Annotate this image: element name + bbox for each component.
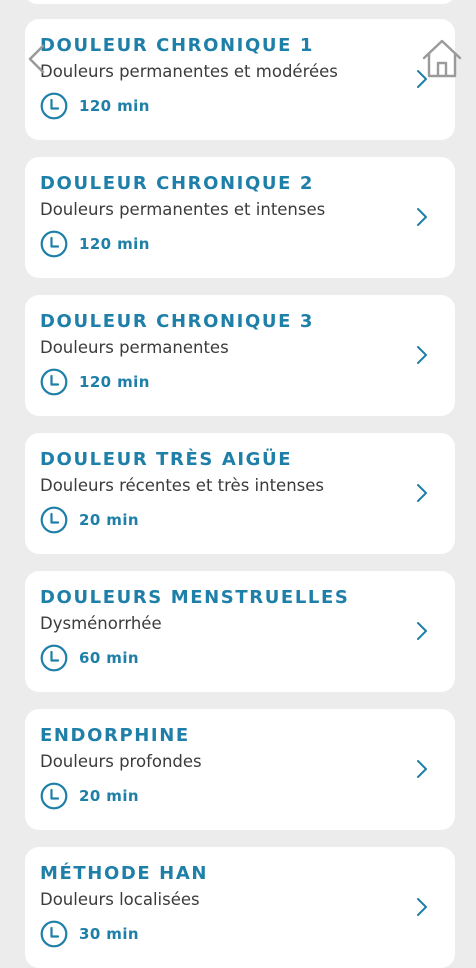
program-subtitle: Douleurs permanentes et intenses	[40, 200, 326, 219]
previous-card-edge	[25, 0, 455, 4]
clock-icon	[40, 920, 68, 948]
duration-label: 20 min	[79, 787, 139, 805]
program-title: DOULEUR CHRONIQUE 1	[40, 35, 314, 56]
clock-icon	[40, 506, 68, 534]
program-list: DOULEUR CHRONIQUE 1 Douleurs permanentes…	[0, 0, 476, 968]
clock-icon	[40, 368, 68, 396]
duration-label: 30 min	[79, 925, 139, 943]
program-subtitle: Douleurs permanentes et modérées	[40, 62, 338, 81]
clock-icon	[40, 92, 68, 120]
duration-label: 120 min	[79, 373, 150, 391]
program-card[interactable]: DOULEURS MENSTRUELLES Dysménorrhée 60 mi…	[25, 571, 455, 692]
program-title: DOULEUR CHRONIQUE 3	[40, 311, 314, 332]
program-card[interactable]: DOULEUR CHRONIQUE 1 Douleurs permanentes…	[25, 19, 455, 140]
program-subtitle: Douleurs permanentes	[40, 338, 229, 357]
duration-label: 120 min	[79, 97, 150, 115]
clock-icon	[40, 230, 68, 258]
chevron-right-icon	[417, 346, 427, 364]
duration-label: 60 min	[79, 649, 139, 667]
program-card[interactable]: DOULEUR CHRONIQUE 3 Douleurs permanentes…	[25, 295, 455, 416]
duration-label: 120 min	[79, 235, 150, 253]
program-subtitle: Douleurs localisées	[40, 890, 200, 909]
chevron-right-icon	[417, 760, 427, 778]
program-subtitle: Douleurs profondes	[40, 752, 202, 771]
program-card[interactable]: ENDORPHINE Douleurs profondes 20 min	[25, 709, 455, 830]
program-card[interactable]: DOULEUR CHRONIQUE 2 Douleurs permanentes…	[25, 157, 455, 278]
clock-icon	[40, 644, 68, 672]
program-duration: 120 min	[40, 91, 150, 121]
program-duration: 30 min	[40, 919, 139, 949]
program-subtitle: Douleurs récentes et très intenses	[40, 476, 325, 495]
chevron-right-icon	[417, 898, 427, 916]
program-subtitle: Dysménorrhée	[40, 614, 162, 633]
program-card[interactable]: MÉTHODE HAN Douleurs localisées 30 min	[25, 847, 455, 968]
program-duration: 60 min	[40, 643, 139, 673]
program-card[interactable]: DOULEUR TRÈS AIGÜE Douleurs récentes et …	[25, 433, 455, 554]
program-title: DOULEUR CHRONIQUE 2	[40, 173, 314, 194]
program-title: ENDORPHINE	[40, 725, 190, 746]
home-button[interactable]	[421, 37, 463, 79]
program-title: MÉTHODE HAN	[40, 863, 209, 884]
back-button[interactable]	[24, 42, 48, 76]
chevron-right-icon	[417, 622, 427, 640]
clock-icon	[40, 782, 68, 810]
program-duration: 20 min	[40, 781, 139, 811]
chevron-right-icon	[417, 484, 427, 502]
duration-label: 20 min	[79, 511, 139, 529]
program-duration: 20 min	[40, 505, 139, 535]
program-duration: 120 min	[40, 229, 150, 259]
program-title: DOULEURS MENSTRUELLES	[40, 587, 350, 608]
program-duration: 120 min	[40, 367, 150, 397]
chevron-right-icon	[417, 208, 427, 226]
program-title: DOULEUR TRÈS AIGÜE	[40, 449, 293, 470]
